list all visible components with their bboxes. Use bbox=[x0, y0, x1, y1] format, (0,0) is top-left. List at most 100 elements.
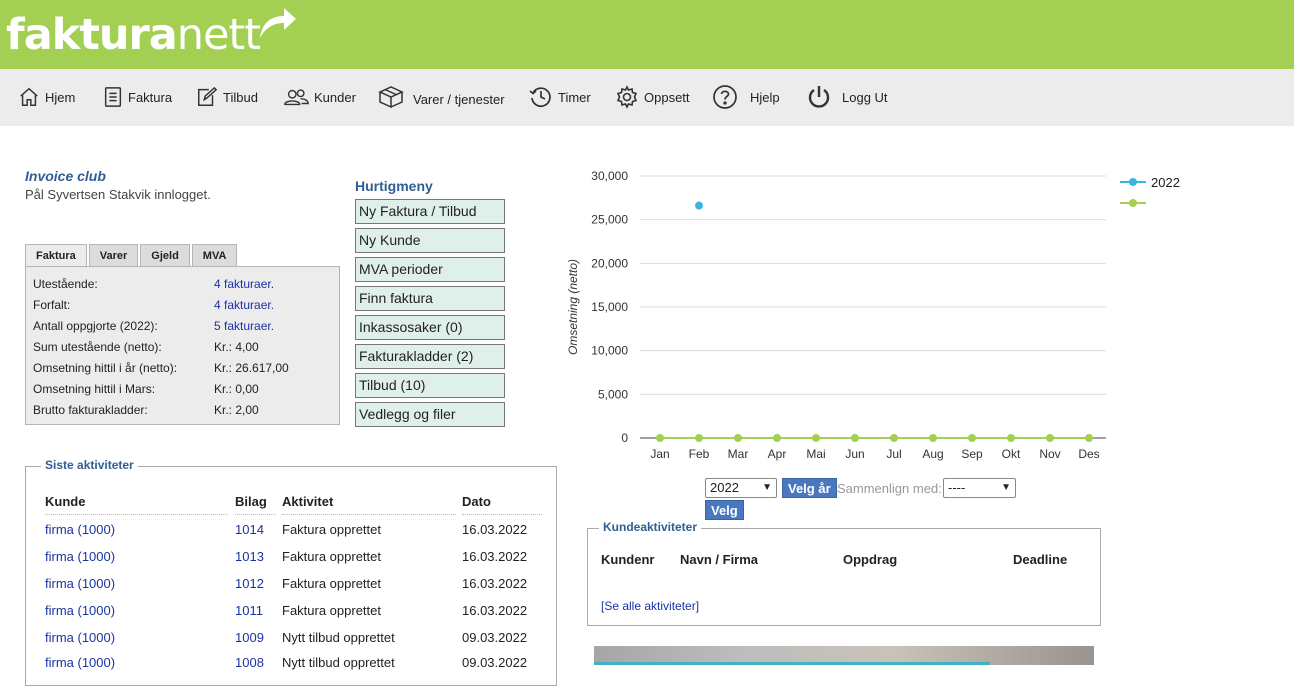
row-voucher[interactable]: 1013 bbox=[235, 549, 264, 564]
stat-label: Antall oppgjorte (2022): bbox=[33, 319, 158, 333]
row-voucher[interactable]: 1012 bbox=[235, 576, 264, 591]
year-select-value: 2022 bbox=[710, 480, 739, 495]
chevron-down-icon: ▼ bbox=[762, 482, 772, 493]
row-customer[interactable]: firma (1000) bbox=[45, 655, 115, 670]
data-point bbox=[968, 434, 976, 442]
main-nav: Hjem Faktura Tilbud Kunder Varer / tjene… bbox=[0, 69, 1294, 126]
tab-gjeld[interactable]: Gjeld bbox=[140, 244, 190, 266]
quickmenu-offers-button[interactable]: Tilbud (10) bbox=[355, 373, 505, 398]
row-customer[interactable]: firma (1000) bbox=[45, 603, 115, 618]
y-tick-label: 25,000 bbox=[591, 213, 628, 227]
row-voucher[interactable]: 1011 bbox=[235, 603, 263, 618]
data-point bbox=[695, 434, 703, 442]
tab-varer[interactable]: Varer bbox=[88, 244, 139, 266]
nav-customers-label: Kunder bbox=[314, 89, 356, 105]
quickmenu-drafts-button[interactable]: Fakturakladder (2) bbox=[355, 344, 505, 369]
nav-invoice[interactable]: Faktura bbox=[103, 81, 172, 113]
tab-mva[interactable]: MVA bbox=[191, 244, 238, 266]
y-tick-label: 20,000 bbox=[591, 256, 628, 270]
quickmenu-new-customer-button[interactable]: Ny Kunde bbox=[355, 228, 505, 253]
tab-faktura[interactable]: Faktura bbox=[25, 244, 87, 267]
nav-settings[interactable]: Oppsett bbox=[615, 81, 690, 113]
y-tick-label: 5,000 bbox=[598, 387, 628, 401]
row-date: 16.03.2022 bbox=[462, 576, 528, 591]
select-button[interactable]: Velg bbox=[705, 500, 744, 520]
data-point bbox=[929, 434, 937, 442]
quickmenu-vat-periods-button[interactable]: MVA perioder bbox=[355, 257, 505, 282]
row-voucher[interactable]: 1009 bbox=[235, 630, 264, 645]
row-date: 16.03.2022 bbox=[462, 549, 528, 564]
x-tick-label: Feb bbox=[689, 447, 710, 461]
col-header-name: Navn / Firma bbox=[680, 552, 759, 567]
row-activity: Faktura opprettet bbox=[282, 549, 381, 564]
customer-activities: Kundeaktiviteter Kundenr Navn / Firma Op… bbox=[587, 520, 1101, 626]
year-select[interactable]: 2022 ▼ bbox=[705, 478, 777, 498]
data-point bbox=[773, 434, 781, 442]
nav-logout[interactable]: Logg Ut bbox=[806, 81, 888, 113]
nav-customers[interactable]: Kunder bbox=[283, 81, 356, 113]
row-customer[interactable]: firma (1000) bbox=[45, 522, 115, 537]
y-tick-label: 10,000 bbox=[591, 344, 628, 358]
promo-banner-image bbox=[594, 646, 1094, 665]
quickmenu-collection-button[interactable]: Inkassosaker (0) bbox=[355, 315, 505, 340]
legend-label: 2022 bbox=[1151, 175, 1180, 190]
y-tick-label: 0 bbox=[621, 431, 628, 445]
chevron-down-icon: ▼ bbox=[1001, 482, 1011, 493]
compare-select[interactable]: ---- ▼ bbox=[943, 478, 1016, 498]
col-header-date: Dato bbox=[462, 494, 491, 509]
quickmenu-attachments-button[interactable]: Vedlegg og filer bbox=[355, 402, 505, 427]
nav-help[interactable]: Hjelp bbox=[712, 81, 780, 113]
stat-value[interactable]: 4 fakturaer. bbox=[214, 276, 274, 292]
col-header-voucher: Bilag bbox=[235, 494, 267, 509]
nav-products[interactable]: Varer / tjenester bbox=[377, 81, 505, 113]
y-tick-label: 30,000 bbox=[591, 169, 628, 183]
row-date: 16.03.2022 bbox=[462, 603, 528, 618]
logo-arrow-icon bbox=[260, 8, 296, 38]
customer-activities-title: Kundeaktiviteter bbox=[599, 520, 702, 534]
row-customer[interactable]: firma (1000) bbox=[45, 576, 115, 591]
box-icon bbox=[378, 86, 404, 109]
row-activity: Nytt tilbud opprettet bbox=[282, 630, 395, 645]
row-customer[interactable]: firma (1000) bbox=[45, 549, 115, 564]
stat-label: Utestående: bbox=[33, 277, 98, 291]
recent-activities: Siste aktiviteter Kunde Bilag Aktivitet … bbox=[25, 458, 557, 686]
clock-icon bbox=[529, 87, 551, 107]
logo[interactable]: fakturanett bbox=[6, 4, 261, 66]
see-all-activities-link[interactable]: [Se alle aktiviteter] bbox=[601, 599, 699, 613]
stat-value: Kr.: 4,00 bbox=[214, 340, 259, 354]
row-voucher[interactable]: 1008 bbox=[235, 655, 264, 670]
data-point bbox=[1007, 434, 1015, 442]
stats-panel: Utestående: 4 fakturaer. Forfalt: 4 faktur… bbox=[25, 266, 340, 425]
recent-activities-title: Siste aktiviteter bbox=[41, 458, 138, 472]
y-axis-label: Omsetning (netto) bbox=[566, 259, 580, 355]
col-header-customer: Kunde bbox=[45, 494, 86, 509]
stat-value[interactable]: 4 fakturaer. bbox=[214, 297, 274, 313]
data-point bbox=[656, 434, 664, 442]
row-activity: Faktura opprettet bbox=[282, 522, 381, 537]
document-icon bbox=[104, 87, 122, 107]
row-customer[interactable]: firma (1000) bbox=[45, 630, 115, 645]
nav-home-label: Hjem bbox=[45, 89, 76, 105]
x-tick-label: Apr bbox=[768, 447, 787, 461]
header-divider bbox=[235, 514, 276, 515]
nav-hours[interactable]: Timer bbox=[529, 81, 591, 113]
compare-select-value: ---- bbox=[948, 480, 966, 495]
col-header-assignment: Oppdrag bbox=[843, 552, 898, 567]
stat-value: Kr.: 26.617,00 bbox=[214, 361, 289, 375]
row-voucher[interactable]: 1014 bbox=[235, 522, 264, 537]
x-tick-label: Des bbox=[1078, 447, 1099, 461]
logo-part2: nett bbox=[176, 10, 261, 60]
quickmenu-find-invoice-button[interactable]: Finn faktura bbox=[355, 286, 505, 311]
nav-offer[interactable]: Tilbud bbox=[196, 81, 258, 113]
stat-value[interactable]: 5 fakturaer. bbox=[214, 318, 274, 334]
select-year-button[interactable]: Velg år bbox=[782, 478, 837, 498]
header-divider bbox=[462, 514, 542, 515]
header-divider bbox=[282, 514, 456, 515]
x-tick-label: Jul bbox=[886, 447, 901, 461]
quickmenu-new-invoice-button[interactable]: Ny Faktura / Tilbud bbox=[355, 199, 505, 224]
legend-marker bbox=[1129, 178, 1137, 186]
nav-home[interactable]: Hjem bbox=[18, 81, 75, 113]
home-icon bbox=[20, 87, 38, 106]
stat-label: Sum utestående (netto): bbox=[33, 340, 162, 354]
nav-help-label: Hjelp bbox=[750, 89, 780, 105]
